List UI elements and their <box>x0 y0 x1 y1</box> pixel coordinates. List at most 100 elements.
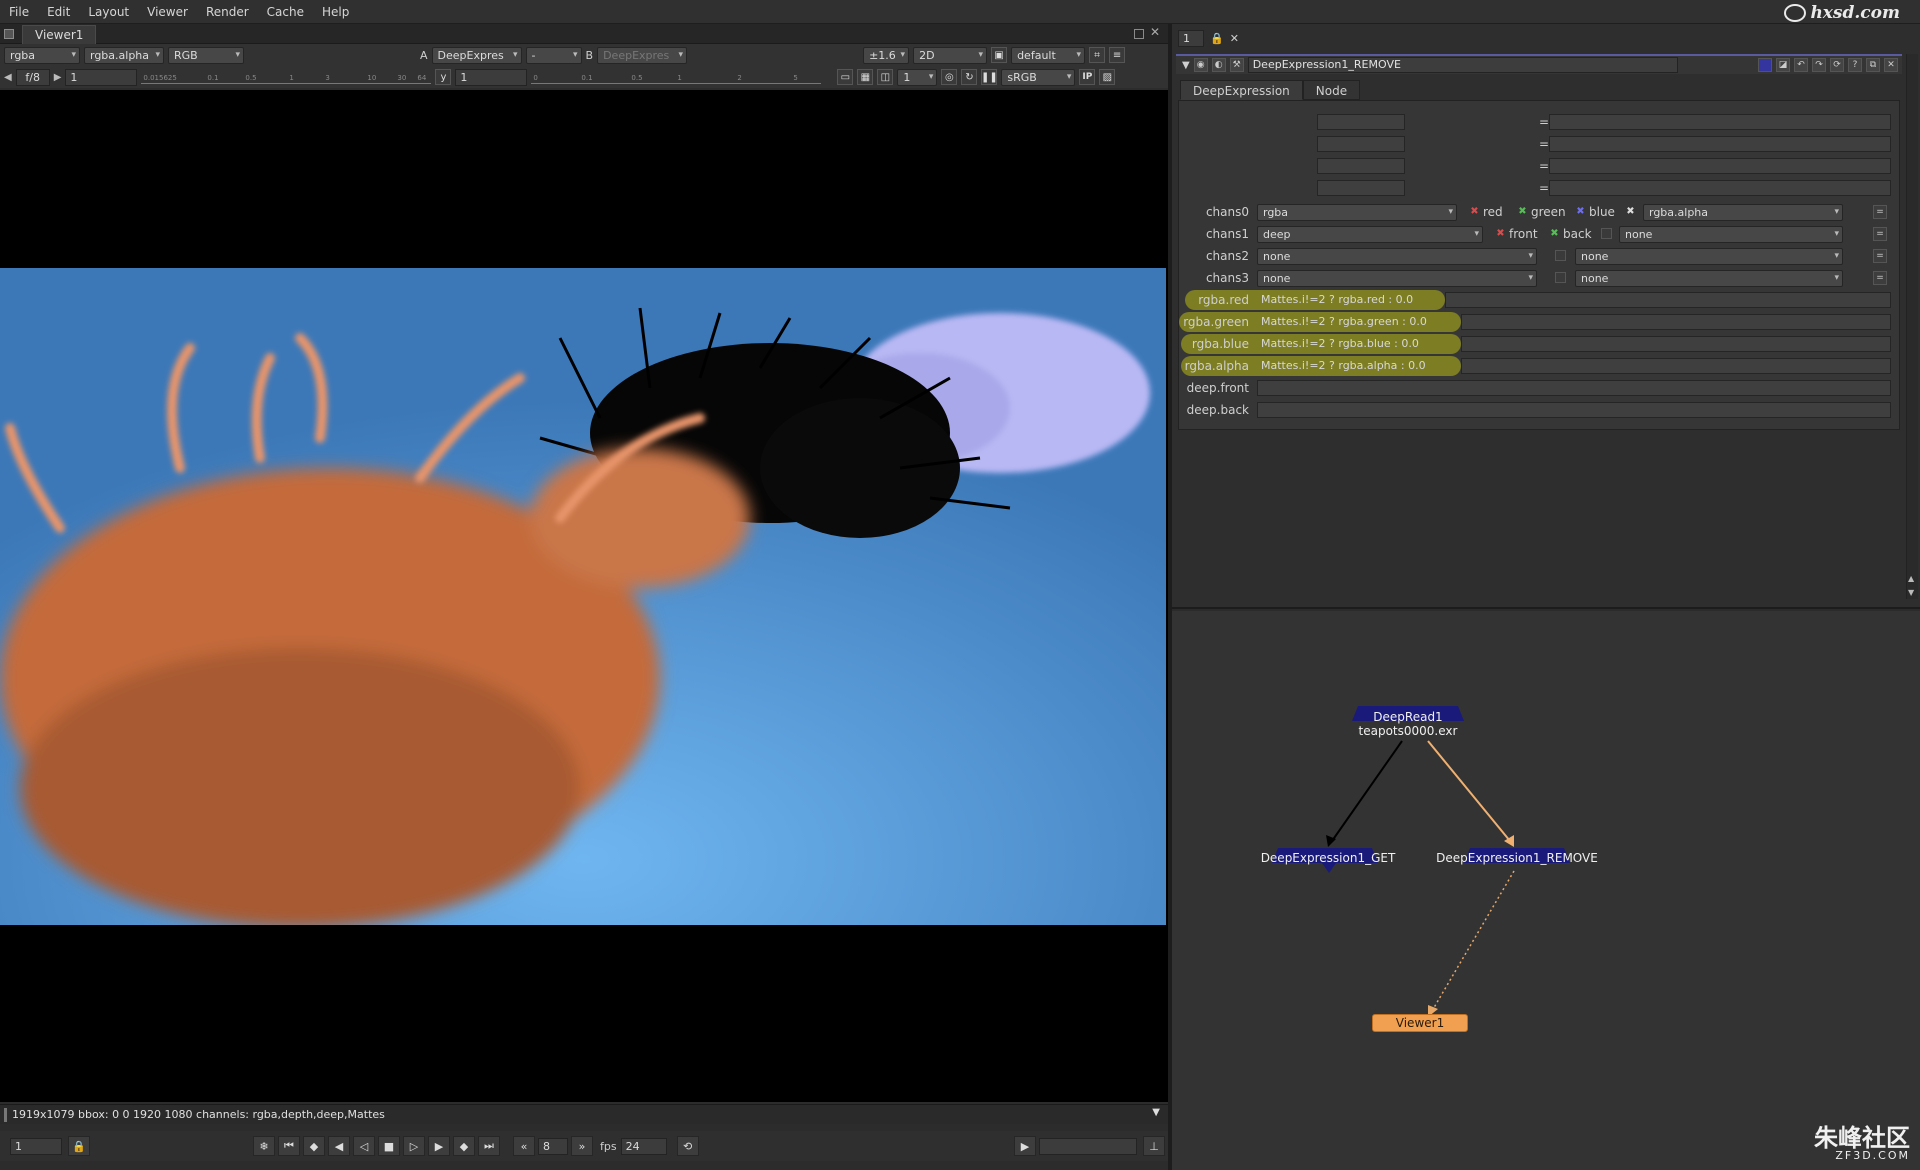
fstop-right-arrow-icon[interactable]: ▶ <box>54 72 62 83</box>
temp-name-field[interactable] <box>1317 158 1405 174</box>
proxy-scale-dropdown[interactable]: 1 <box>897 68 938 86</box>
menu-file[interactable]: File <box>0 0 38 24</box>
lut-dropdown[interactable]: default <box>1011 46 1086 64</box>
chans0-link-button[interactable]: = <box>1873 205 1887 219</box>
menu-help[interactable]: Help <box>313 0 358 24</box>
view-mode-dropdown[interactable]: 2D <box>913 46 988 64</box>
first-frame-icon[interactable]: ⏮ <box>278 1136 300 1156</box>
pause-icon[interactable]: ❚❚ <box>981 69 998 85</box>
temp-expr-field[interactable] <box>1549 136 1891 152</box>
front-checkbox[interactable]: ✖ <box>1495 228 1506 239</box>
stripes-icon[interactable]: ▨ <box>1099 69 1116 85</box>
chans1-extra-dropdown[interactable]: none <box>1619 226 1843 243</box>
frame-field[interactable]: 1 <box>10 1137 62 1155</box>
viewport[interactable] <box>0 90 1168 1102</box>
scroll-down-icon[interactable]: ▼ <box>1908 588 1914 597</box>
gamma-field[interactable]: 1 <box>455 68 528 86</box>
roi-icon[interactable]: ⌗ <box>1089 47 1106 63</box>
alpha-channel-dropdown[interactable]: rgba.alpha <box>84 46 164 64</box>
blue-checkbox[interactable]: ✖ <box>1575 206 1586 217</box>
gain-field[interactable]: 1 <box>65 68 138 86</box>
close-icon[interactable]: ✕ <box>1150 25 1160 39</box>
step-back-icon[interactable]: « <box>513 1136 535 1156</box>
lock-panels-icon[interactable]: 🔒 <box>1210 32 1224 45</box>
chans0-layer-dropdown[interactable]: rgba <box>1257 204 1457 221</box>
menu-viewer[interactable]: Viewer <box>138 0 197 24</box>
chans3-extra-dropdown[interactable]: none <box>1575 270 1843 287</box>
max-panels-field[interactable]: 1 <box>1178 29 1204 47</box>
help-icon[interactable]: ? <box>1848 58 1862 72</box>
tile-color-icon[interactable] <box>1758 58 1772 72</box>
fstop-left-arrow-icon[interactable]: ◀ <box>4 72 12 83</box>
properties-scrollbar[interactable]: ▲ ▼ <box>1906 54 1918 599</box>
deepexpression-get-node[interactable]: DeepExpression1_GET <box>1228 851 1428 865</box>
red-checkbox[interactable]: ✖ <box>1469 206 1480 217</box>
input-b-dropdown[interactable]: DeepExpres <box>597 46 688 64</box>
composite-op-dropdown[interactable]: - <box>525 46 582 64</box>
pixel-aspect-icon[interactable]: ▭ <box>837 69 854 85</box>
deepread-node-label[interactable]: DeepRead1 teapots0000.exr <box>1328 710 1488 738</box>
float-icon[interactable]: ⧉ <box>1866 58 1880 72</box>
camera-icon[interactable]: ▣ <box>991 47 1008 63</box>
wrench-icon[interactable]: ⚒ <box>1229 58 1244 72</box>
gl-color-icon[interactable]: ◪ <box>1776 58 1790 72</box>
stop-icon[interactable]: ■ <box>378 1136 400 1156</box>
chans2-layer-dropdown[interactable]: none <box>1257 248 1537 265</box>
expr-field-deep-front[interactable] <box>1257 380 1891 396</box>
alpha-checkbox[interactable]: ✖ <box>1625 206 1636 217</box>
deepexpression-remove-node[interactable]: DeepExpression1_REMOVE <box>1432 851 1602 865</box>
play-forward-icon[interactable]: ▷ <box>403 1136 425 1156</box>
chans1-layer-dropdown[interactable]: deep <box>1257 226 1483 243</box>
flipbook-icon[interactable]: ▶ <box>1014 1136 1036 1156</box>
prev-keyframe-icon[interactable]: ◆ <box>303 1136 325 1156</box>
play-backward-icon[interactable]: ◁ <box>353 1136 375 1156</box>
range-lock-icon[interactable]: ⊥ <box>1143 1136 1165 1156</box>
channels-dropdown[interactable]: rgba <box>4 46 80 64</box>
chans3-link-button[interactable]: = <box>1873 271 1887 285</box>
chans2-extra-checkbox[interactable] <box>1555 250 1566 261</box>
range-field[interactable] <box>1039 1137 1137 1155</box>
float-panel-icon[interactable] <box>1134 29 1144 39</box>
info-dropdown-icon[interactable]: ▼ <box>1152 1107 1160 1118</box>
display-mode-dropdown[interactable]: RGB <box>168 46 244 64</box>
refresh-icon[interactable]: ↻ <box>961 69 978 85</box>
temp-expr-field[interactable] <box>1549 158 1891 174</box>
next-frame-icon[interactable]: ▶ <box>428 1136 450 1156</box>
next-keyframe-icon[interactable]: ◆ <box>453 1136 475 1156</box>
chans1-link-button[interactable]: = <box>1873 227 1887 241</box>
node-graph[interactable]: DeepRead1 teapots0000.exr DeepExpression… <box>1172 611 1920 1170</box>
freeze-icon[interactable]: ❄ <box>253 1136 275 1156</box>
gamma-slider[interactable]: 0 0.1 0.5 1 2 5 <box>531 70 822 84</box>
proxy-icon[interactable]: ◫ <box>877 69 894 85</box>
last-frame-icon[interactable]: ⏭ <box>478 1136 500 1156</box>
fps-field[interactable]: 24 <box>620 1137 667 1155</box>
step-forward-icon[interactable]: » <box>571 1136 593 1156</box>
chans1-extra-checkbox[interactable] <box>1601 228 1612 239</box>
node-color-icon[interactable]: ◐ <box>1211 58 1226 72</box>
input-a-dropdown[interactable]: DeepExpres <box>431 46 522 64</box>
scroll-up-icon[interactable]: ▲ <box>1908 574 1914 583</box>
menu-cache[interactable]: Cache <box>258 0 313 24</box>
settings-menu-icon[interactable]: ≡ <box>1109 47 1126 63</box>
center-node-icon[interactable]: ◉ <box>1193 58 1208 72</box>
checkerboard-icon[interactable]: ▦ <box>857 69 874 85</box>
temp-name-field[interactable] <box>1317 180 1405 196</box>
chans3-layer-dropdown[interactable]: none <box>1257 270 1537 287</box>
gain-slider[interactable]: 0.015625 0.1 0.5 1 3 10 30 64 <box>141 70 432 84</box>
chans0-extra-dropdown[interactable]: rgba.alpha <box>1643 204 1843 221</box>
collapse-icon[interactable]: ▼ <box>1182 60 1190 71</box>
render-region-icon[interactable]: ◎ <box>941 69 958 85</box>
back-checkbox[interactable]: ✖ <box>1549 228 1560 239</box>
menu-edit[interactable]: Edit <box>38 0 79 24</box>
node-name-field[interactable]: DeepExpression1_REMOVE <box>1247 57 1678 73</box>
panel-menu-icon[interactable] <box>4 29 14 39</box>
chans3-extra-checkbox[interactable] <box>1555 272 1566 283</box>
fstop-field[interactable]: f/8 <box>15 68 50 86</box>
temp-name-field[interactable] <box>1317 136 1405 152</box>
menu-render[interactable]: Render <box>197 0 258 24</box>
undo-icon[interactable]: ↶ <box>1794 58 1808 72</box>
close-node-icon[interactable]: ✕ <box>1884 58 1898 72</box>
lock-icon[interactable]: 🔒 <box>68 1136 90 1156</box>
prev-frame-icon[interactable]: ◀ <box>328 1136 350 1156</box>
step-field[interactable]: 8 <box>538 1137 568 1155</box>
